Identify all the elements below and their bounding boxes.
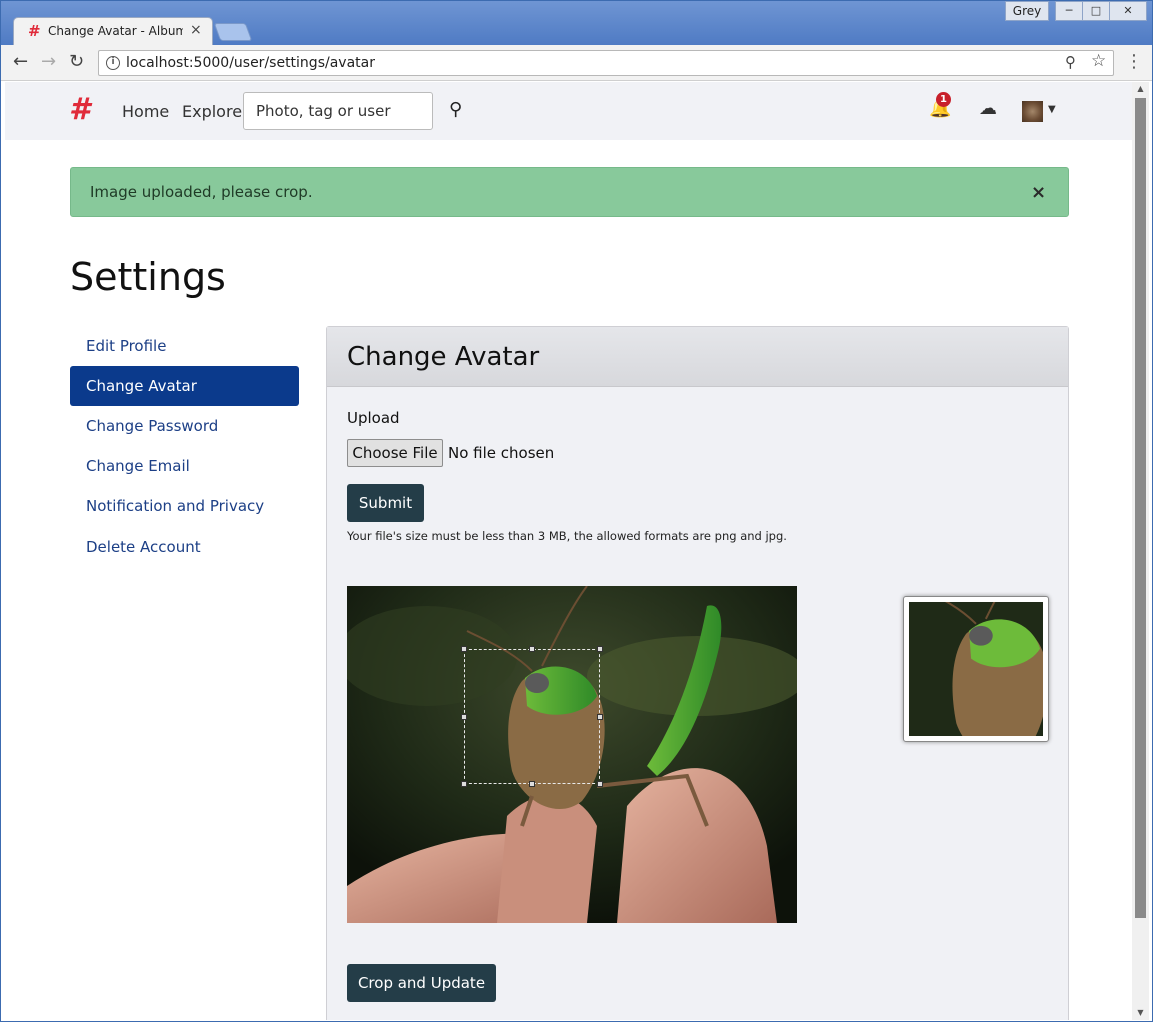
brand-logo[interactable]: #	[69, 92, 90, 127]
crop-handle-s[interactable]	[529, 781, 535, 787]
maximize-button[interactable]: □	[1082, 1, 1110, 21]
minimize-button[interactable]: ─	[1055, 1, 1083, 21]
crop-handle-n[interactable]	[529, 646, 535, 652]
preview-image	[909, 602, 1043, 736]
avatar-preview	[903, 596, 1049, 742]
avatar[interactable]	[1022, 101, 1043, 122]
reload-icon[interactable]: ↻	[69, 51, 84, 72]
search-input[interactable]: Photo, tag or user	[243, 92, 433, 130]
profile-button[interactable]: Grey	[1005, 1, 1049, 21]
nav-home-link[interactable]: Home	[122, 102, 169, 121]
browser-tab[interactable]: # Change Avatar - Album ×	[13, 17, 213, 45]
site-navbar: # Home Explore Photo, tag or user ⚲ 🔔 1 …	[5, 82, 1132, 140]
search-icon[interactable]: ⚲	[449, 99, 462, 120]
new-tab-button[interactable]	[213, 23, 253, 41]
file-status: No file chosen	[448, 444, 555, 462]
notification-badge: 1	[936, 92, 951, 107]
submit-button[interactable]: Submit	[347, 484, 424, 522]
upload-label: Upload	[347, 409, 400, 427]
back-icon[interactable]: ←	[13, 51, 28, 72]
sidebar-item-notification-privacy[interactable]: Notification and Privacy	[70, 486, 299, 526]
close-icon[interactable]: ×	[1031, 182, 1046, 203]
crop-handle-sw[interactable]	[461, 781, 467, 787]
sidebar-item-edit-profile[interactable]: Edit Profile	[70, 326, 299, 366]
card-title: Change Avatar	[347, 342, 540, 372]
tab-close-icon[interactable]: ×	[190, 22, 202, 38]
scroll-thumb[interactable]	[1135, 98, 1146, 918]
crop-selection[interactable]	[461, 646, 603, 787]
browser-toolbar: ← → ↻ i localhost:5000/user/settings/ava…	[1, 45, 1152, 81]
scroll-up-icon[interactable]: ▲	[1132, 82, 1149, 96]
crop-handle-e[interactable]	[597, 714, 603, 720]
crop-handle-w[interactable]	[461, 714, 467, 720]
browser-window: # Change Avatar - Album × Grey ─ □ ✕ ← →…	[0, 0, 1153, 1022]
choose-file-button[interactable]: Choose File	[347, 439, 443, 467]
crop-handle-se[interactable]	[597, 781, 603, 787]
scroll-down-icon[interactable]: ▼	[1132, 1006, 1149, 1020]
crop-and-update-button[interactable]: Crop and Update	[347, 964, 496, 1002]
card-header: Change Avatar	[327, 327, 1068, 387]
flash-alert: Image uploaded, please crop. ×	[70, 167, 1069, 217]
nav-explore-link[interactable]: Explore	[182, 102, 242, 121]
caret-down-icon[interactable]: ▼	[1048, 104, 1056, 115]
sidebar-item-change-password[interactable]: Change Password	[70, 406, 299, 446]
sidebar-item-change-email[interactable]: Change Email	[70, 446, 299, 486]
url-text[interactable]: localhost:5000/user/settings/avatar	[126, 55, 375, 71]
tab-title: Change Avatar - Album	[48, 24, 183, 38]
menu-icon[interactable]: ⋮	[1125, 51, 1143, 72]
alert-message: Image uploaded, please crop.	[90, 183, 313, 201]
close-window-button[interactable]: ✕	[1109, 1, 1147, 21]
help-text: Your file's size must be less than 3 MB,…	[347, 529, 787, 543]
page-title: Settings	[70, 255, 226, 299]
title-bar: # Change Avatar - Album × Grey ─ □ ✕	[1, 1, 1152, 45]
upload-icon[interactable]: ☁	[979, 98, 997, 119]
change-avatar-card: Change Avatar Upload Choose File No file…	[326, 326, 1069, 1020]
sidebar-item-change-avatar[interactable]: Change Avatar	[70, 366, 299, 406]
forward-icon[interactable]: →	[41, 51, 56, 72]
sidebar-item-delete-account[interactable]: Delete Account	[70, 527, 299, 567]
favicon-icon: #	[28, 22, 41, 40]
crop-handle-nw[interactable]	[461, 646, 467, 652]
zoom-icon[interactable]: ⚲	[1065, 53, 1076, 71]
page-viewport: # Home Explore Photo, tag or user ⚲ 🔔 1 …	[5, 82, 1132, 1020]
address-bar[interactable]: i localhost:5000/user/settings/avatar ⚲ …	[98, 50, 1114, 76]
info-icon[interactable]: i	[106, 56, 120, 70]
crop-image[interactable]	[347, 586, 797, 923]
star-icon[interactable]: ☆	[1091, 51, 1106, 71]
crop-handle-ne[interactable]	[597, 646, 603, 652]
scrollbar[interactable]: ▲ ▼	[1132, 82, 1149, 1020]
